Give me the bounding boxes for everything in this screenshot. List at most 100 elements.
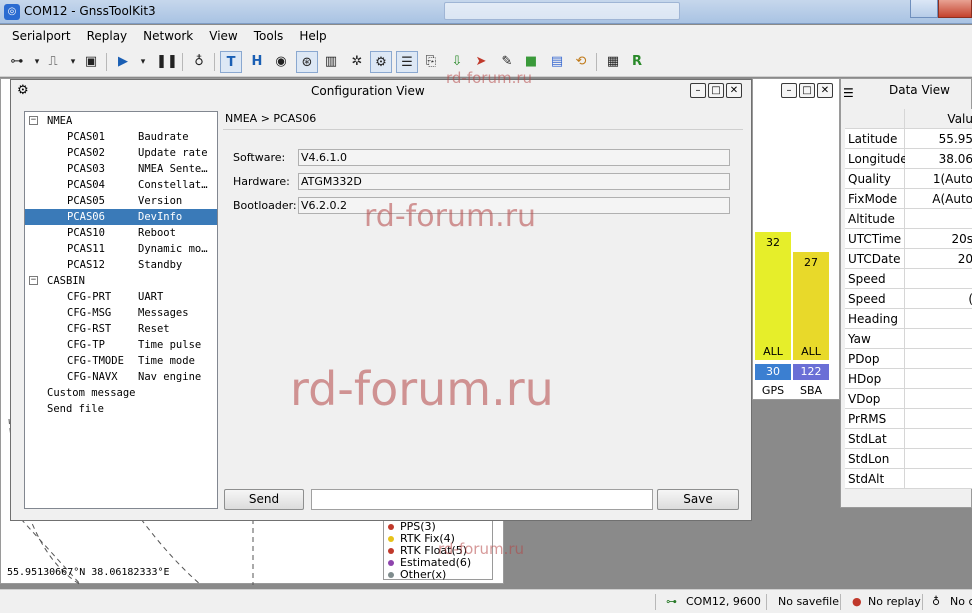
tree-item-code: CASBIN xyxy=(47,275,85,287)
menu-help[interactable]: Help xyxy=(291,25,334,47)
data-key: Latitude xyxy=(845,129,905,148)
tree-item[interactable]: Custom message xyxy=(25,385,217,401)
field-label: Software: xyxy=(233,151,286,164)
tree-item[interactable]: Send file xyxy=(25,401,217,417)
tree-item[interactable]: CFG-MSG Messages xyxy=(25,305,217,321)
tree-item[interactable]: − CASBIN xyxy=(25,273,217,289)
data-key: Yaw xyxy=(845,329,905,348)
send-button[interactable]: Send xyxy=(224,489,304,510)
minimize-icon[interactable]: – xyxy=(781,83,797,98)
data-key: UTCTime xyxy=(845,229,905,248)
send-input[interactable] xyxy=(311,489,653,510)
divider xyxy=(223,129,743,130)
refresh-icon[interactable]: ⟲ xyxy=(570,51,592,73)
data-key: Speed xyxy=(845,289,905,308)
tree-item[interactable]: − NMEA xyxy=(25,113,217,129)
close-icon[interactable]: ✕ xyxy=(726,83,742,98)
minimize-icon[interactable]: – xyxy=(690,83,706,98)
hex-view-icon[interactable]: H xyxy=(246,51,268,73)
tree-item[interactable]: CFG-TP Time pulse xyxy=(25,337,217,353)
tree-item-desc: Nav engine xyxy=(138,371,202,383)
table-row: Altitude xyxy=(845,209,972,229)
coordinates-readout: 55.95130667°N 38.06182333°E xyxy=(7,567,170,578)
field-label: Hardware: xyxy=(233,175,290,188)
tree-item-desc: Version xyxy=(138,195,183,207)
field-value[interactable]: V4.6.1.0 xyxy=(298,149,730,166)
tree-item[interactable]: CFG-TMODE Time mode xyxy=(25,353,217,369)
signal-wave-icon[interactable]: ⎍ xyxy=(42,51,64,73)
document-icon[interactable]: ⎘ xyxy=(420,51,442,73)
tree-item[interactable]: PCAS03 NMEA Sente… xyxy=(25,161,217,177)
data-key: Altitude xyxy=(845,209,905,228)
tree-item[interactable]: PCAS02 Update rate xyxy=(25,145,217,161)
data-view-header: Valu xyxy=(845,109,972,129)
data-key: FixMode xyxy=(845,189,905,208)
table-row: Longitude 38.06 xyxy=(845,149,972,169)
tree-item[interactable]: PCAS01 Baudrate xyxy=(25,129,217,145)
signal-value: 32 xyxy=(766,236,780,249)
list-icon[interactable]: ☰ xyxy=(396,51,418,73)
data-key: Longitude xyxy=(845,149,908,168)
serial-connect-icon[interactable]: ⊶ xyxy=(6,51,28,73)
r-box-icon[interactable]: R xyxy=(626,51,648,73)
tree-item[interactable]: PCAS10 Reboot xyxy=(25,225,217,241)
arrow-icon[interactable]: ➤ xyxy=(470,51,492,73)
table-row: PrRMS xyxy=(845,409,972,429)
close-button[interactable] xyxy=(938,0,972,18)
save-icon[interactable]: ▣ xyxy=(80,51,102,73)
text-view-icon[interactable]: T xyxy=(220,51,242,73)
pen-icon[interactable]: ✎ xyxy=(496,51,518,73)
satellite-icon[interactable]: ✲ xyxy=(346,51,368,73)
tree-item[interactable]: PCAS11 Dynamic mo… xyxy=(25,241,217,257)
target-icon[interactable]: ⊛ xyxy=(296,51,318,73)
dropdown-arrow-icon[interactable]: ▾ xyxy=(132,51,154,73)
close-icon[interactable]: ✕ xyxy=(817,83,833,98)
menu-view[interactable]: View xyxy=(201,25,245,47)
gear-icon: ⚙ xyxy=(17,83,29,98)
config-content: NMEA > PCAS06 Software: V4.6.1.0 Hardware:… xyxy=(223,111,743,491)
table-row: HDop xyxy=(845,369,972,389)
maximize-icon[interactable]: □ xyxy=(708,83,724,98)
satellite-panel: – □ ✕ 32 ALL 30 GPS 27 ALL 122 SBA xyxy=(752,78,840,400)
maximize-icon[interactable]: □ xyxy=(799,83,815,98)
data-value xyxy=(905,369,972,388)
save-button[interactable]: Save xyxy=(657,489,739,510)
toolbar: ⊶ ▾ ⎍ ▾ ▣ ▶ ▾ ❚❚ ♁ T H ◉ ⊛ ▥ ✲ ⚙ ☰ ⎘ ⇩ ➤… xyxy=(0,47,972,77)
pause-icon[interactable]: ❚❚ xyxy=(156,51,178,73)
field-value[interactable]: V6.2.0.2 xyxy=(298,197,730,214)
layout-icon[interactable]: ▦ xyxy=(602,51,624,73)
tree-item-code: CFG-MSG xyxy=(67,307,112,319)
status-replay: No replay xyxy=(868,595,921,608)
tree-item[interactable]: CFG-NAVX Nav engine xyxy=(25,369,217,385)
tree-item[interactable]: PCAS06 DevInfo xyxy=(25,209,217,225)
play-icon[interactable]: ▶ xyxy=(112,51,134,73)
menu-replay[interactable]: Replay xyxy=(79,25,136,47)
minimize-button[interactable] xyxy=(910,0,938,18)
sbas-icon[interactable]: ▤ xyxy=(546,51,568,73)
tree-item-code: CFG-NAVX xyxy=(67,371,118,383)
menu-network[interactable]: Network xyxy=(135,25,201,47)
download-icon[interactable]: ⇩ xyxy=(446,51,468,73)
tree-item[interactable]: PCAS05 Version xyxy=(25,193,217,209)
data-value xyxy=(905,309,972,328)
menu-tools[interactable]: Tools xyxy=(246,25,292,47)
tree-item[interactable]: CFG-PRT UART xyxy=(25,289,217,305)
tree-item[interactable]: PCAS12 Standby xyxy=(25,257,217,273)
green-box-icon[interactable]: ■ xyxy=(520,51,542,73)
bar-chart-icon[interactable]: ▥ xyxy=(320,51,342,73)
collapse-icon[interactable]: − xyxy=(29,276,38,285)
collapse-icon[interactable]: − xyxy=(29,116,38,125)
gear-icon[interactable]: ⚙ xyxy=(370,51,392,73)
tree-item[interactable]: CFG-RST Reset xyxy=(25,321,217,337)
tree-item-desc: Reboot xyxy=(138,227,176,239)
title-search-box xyxy=(444,2,680,20)
window-title: COM12 - GnssToolKit3 xyxy=(24,4,156,18)
microphone-icon[interactable]: ♁ xyxy=(188,51,210,73)
menu-serialport[interactable]: Serialport xyxy=(4,25,79,47)
satellite-count: 30 xyxy=(755,364,791,380)
compass-icon[interactable]: ◉ xyxy=(270,51,292,73)
tree-item[interactable]: PCAS04 Constellat… xyxy=(25,177,217,193)
constellation-name: GPS xyxy=(761,384,785,397)
status-bar: ⊶ COM12, 9600 No savefile ● No replay ♁ … xyxy=(0,589,972,613)
field-value[interactable]: ATGM332D xyxy=(298,173,730,190)
